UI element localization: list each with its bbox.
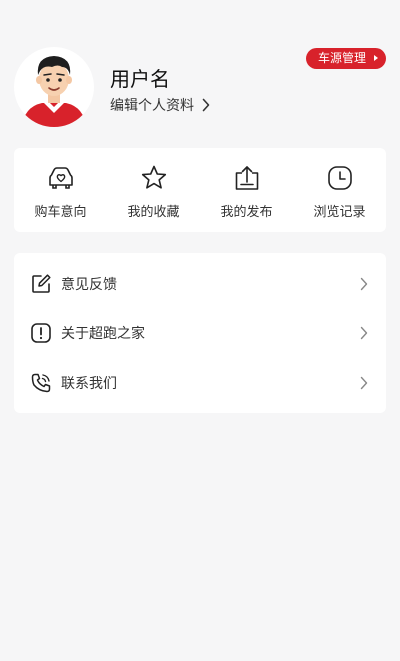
quick-action-label: 浏览记录 (313, 205, 366, 220)
chevron-right-icon (360, 376, 368, 390)
star-icon (139, 163, 169, 193)
quick-action-favorites[interactable]: 我的收藏 (107, 148, 200, 232)
car-source-management-label: 车源管理 (317, 51, 366, 65)
edit-profile-label: 编辑个人资料 (110, 98, 194, 114)
menu-list-card: 意见反馈 关于超跑之家 联系我们 (14, 253, 386, 413)
menu-item-about[interactable]: 关于超跑之家 (14, 311, 386, 355)
quick-actions-card: 购车意向 我的收藏 我的发布 浏览记录 (14, 148, 386, 232)
edit-icon (30, 273, 52, 295)
quick-action-label: 我的发布 (220, 205, 273, 220)
menu-item-label: 联系我们 (61, 376, 117, 392)
phone-icon (30, 372, 52, 394)
quick-action-label: 我的收藏 (127, 205, 180, 220)
edit-profile-link[interactable]: 编辑个人资料 (110, 95, 210, 115)
menu-item-label: 意见反馈 (61, 277, 117, 293)
menu-item-label: 关于超跑之家 (61, 326, 145, 342)
car-source-management-button[interactable]: 车源管理 (305, 48, 386, 69)
chevron-right-icon (202, 98, 210, 112)
quick-action-history[interactable]: 浏览记录 (293, 148, 386, 232)
avatar-illustration (22, 56, 86, 127)
username: 用户名 (110, 67, 170, 91)
menu-item-feedback[interactable]: 意见反馈 (14, 262, 386, 306)
car-heart-icon (46, 163, 76, 193)
chevron-right-icon (360, 326, 368, 340)
upload-icon (232, 163, 262, 193)
info-icon (30, 322, 52, 344)
chevron-right-icon (360, 277, 368, 291)
avatar[interactable] (14, 47, 94, 127)
arrow-right-icon (374, 55, 378, 61)
quick-action-purchase-intent[interactable]: 购车意向 (14, 148, 107, 232)
menu-item-contact[interactable]: 联系我们 (14, 361, 386, 405)
quick-action-my-posts[interactable]: 我的发布 (200, 148, 293, 232)
profile-header: 用户名 编辑个人资料 车源管理 (0, 0, 400, 140)
quick-action-label: 购车意向 (34, 205, 87, 220)
clock-icon (325, 163, 355, 193)
